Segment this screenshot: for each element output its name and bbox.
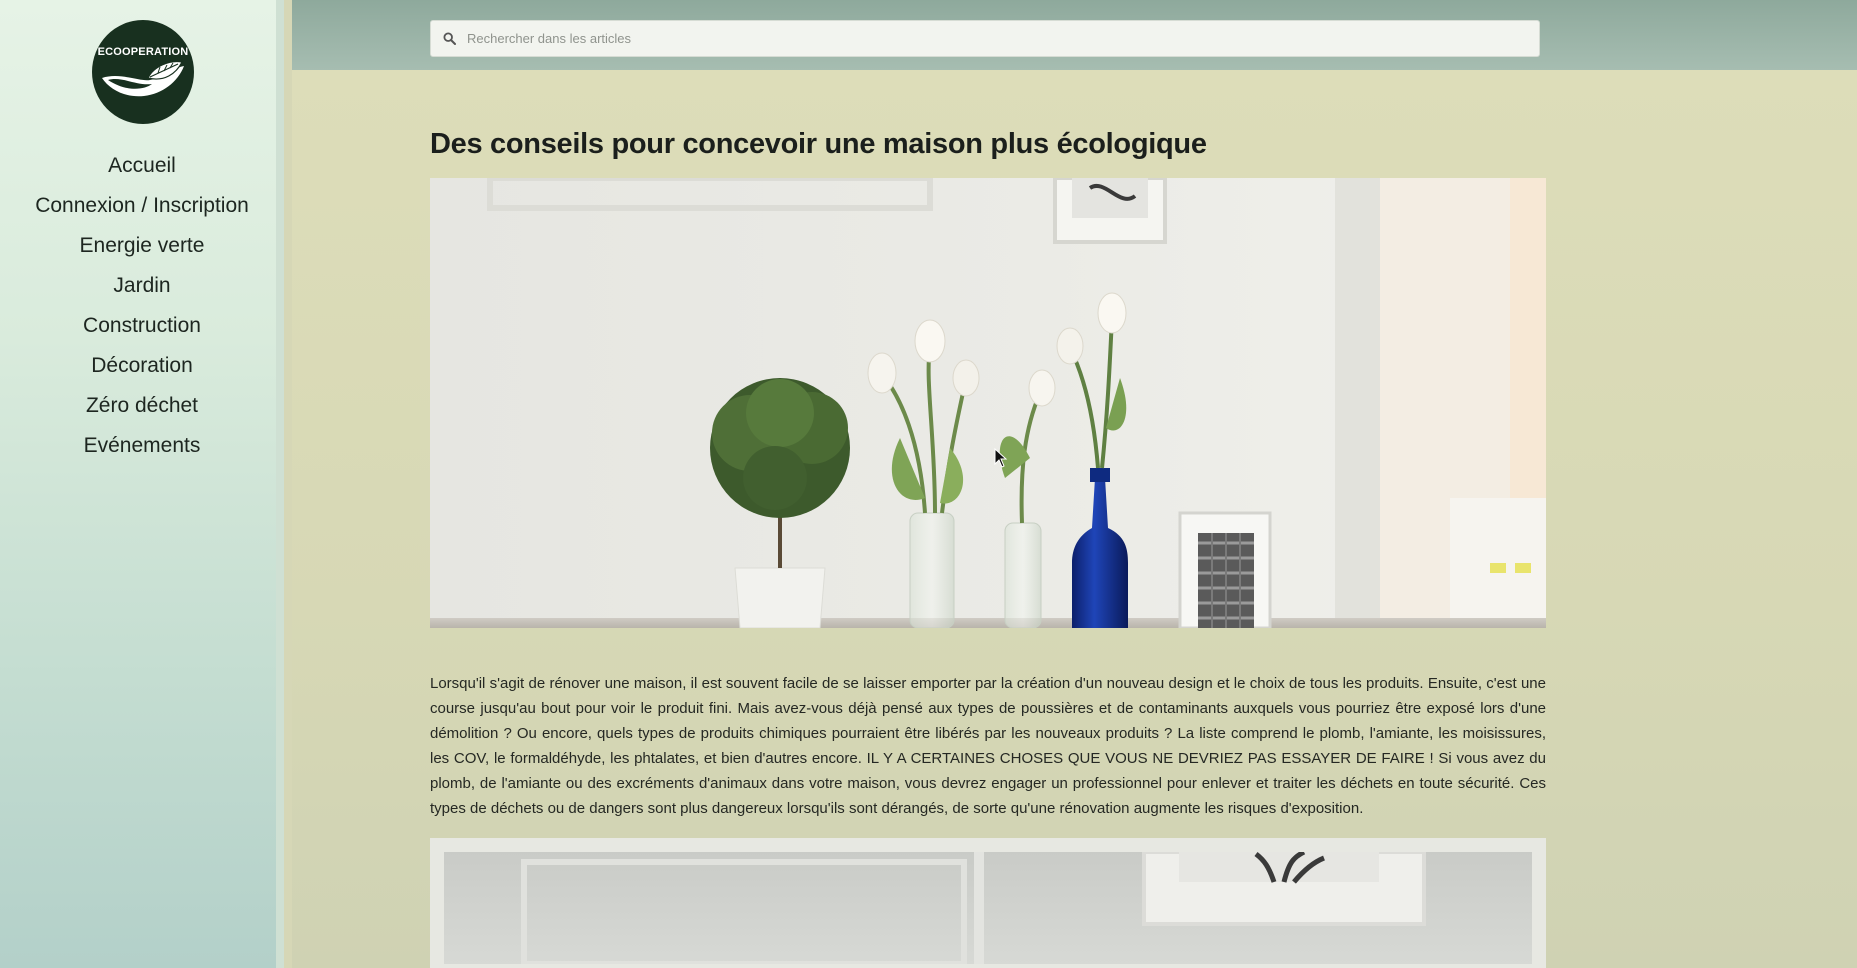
logo-text: ECOOPERATION	[97, 46, 189, 58]
sidebar-item-zero-dechet[interactable]: Zéro déchet	[0, 386, 284, 426]
search-icon	[443, 32, 456, 45]
mouse-cursor-icon	[994, 448, 1008, 468]
sidebar-nav: Accueil Connexion / Inscription Energie …	[0, 146, 284, 466]
search-bar[interactable]	[430, 20, 1540, 57]
sidebar-item-decoration[interactable]: Décoration	[0, 346, 284, 386]
article-hero-image	[430, 178, 1546, 628]
sidebar-item-connexion-inscription[interactable]: Connexion / Inscription	[0, 186, 284, 226]
sidebar-item-accueil[interactable]: Accueil	[0, 146, 284, 186]
article-paragraph: Lorsqu'il s'agit de rénover une maison, …	[430, 675, 1546, 817]
article-title: Des conseils pour concevoir une maison p…	[430, 128, 1207, 160]
sidebar-item-evenements[interactable]: Evénements	[0, 426, 284, 466]
article-second-image	[430, 838, 1546, 968]
article-content: Des conseils pour concevoir une maison p…	[292, 70, 1857, 968]
sidebar-item-jardin[interactable]: Jardin	[0, 266, 284, 306]
sidebar-item-construction[interactable]: Construction	[0, 306, 284, 346]
header-bar	[292, 0, 1857, 70]
sidebar-item-energie-verte[interactable]: Energie verte	[0, 226, 284, 266]
leaf-hand-logo-icon	[102, 61, 184, 97]
site-logo[interactable]: ECOOPERATION	[92, 20, 194, 124]
search-input[interactable]	[467, 21, 1527, 56]
sidebar: ECOOPERATION Accueil Connexion / Inscrip…	[0, 0, 284, 968]
